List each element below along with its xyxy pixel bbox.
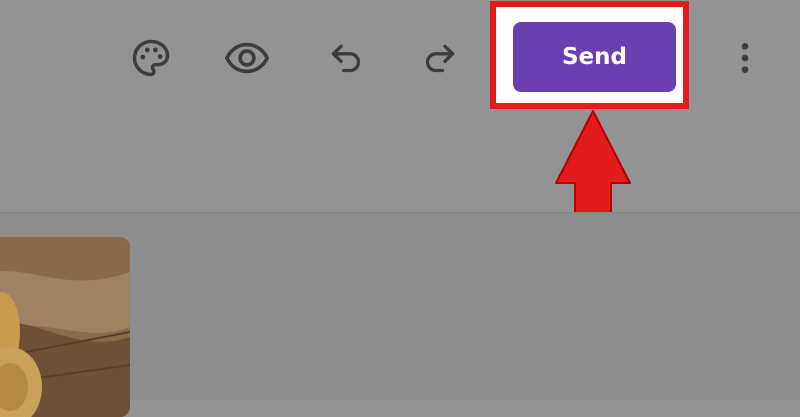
eye-icon (225, 42, 269, 74)
palette-icon (132, 39, 170, 77)
undo-button[interactable] (318, 30, 374, 86)
preview-button[interactable] (219, 30, 275, 86)
more-vert-icon (741, 43, 749, 73)
toolbar: Send (0, 0, 800, 332)
customize-theme-button[interactable] (123, 30, 179, 86)
more-options-button[interactable] (717, 30, 773, 86)
header-image-thumbnail (0, 237, 130, 417)
send-button[interactable]: Send (513, 22, 676, 92)
redo-button[interactable] (412, 30, 468, 86)
undo-icon (331, 44, 361, 73)
redo-icon (425, 44, 455, 73)
